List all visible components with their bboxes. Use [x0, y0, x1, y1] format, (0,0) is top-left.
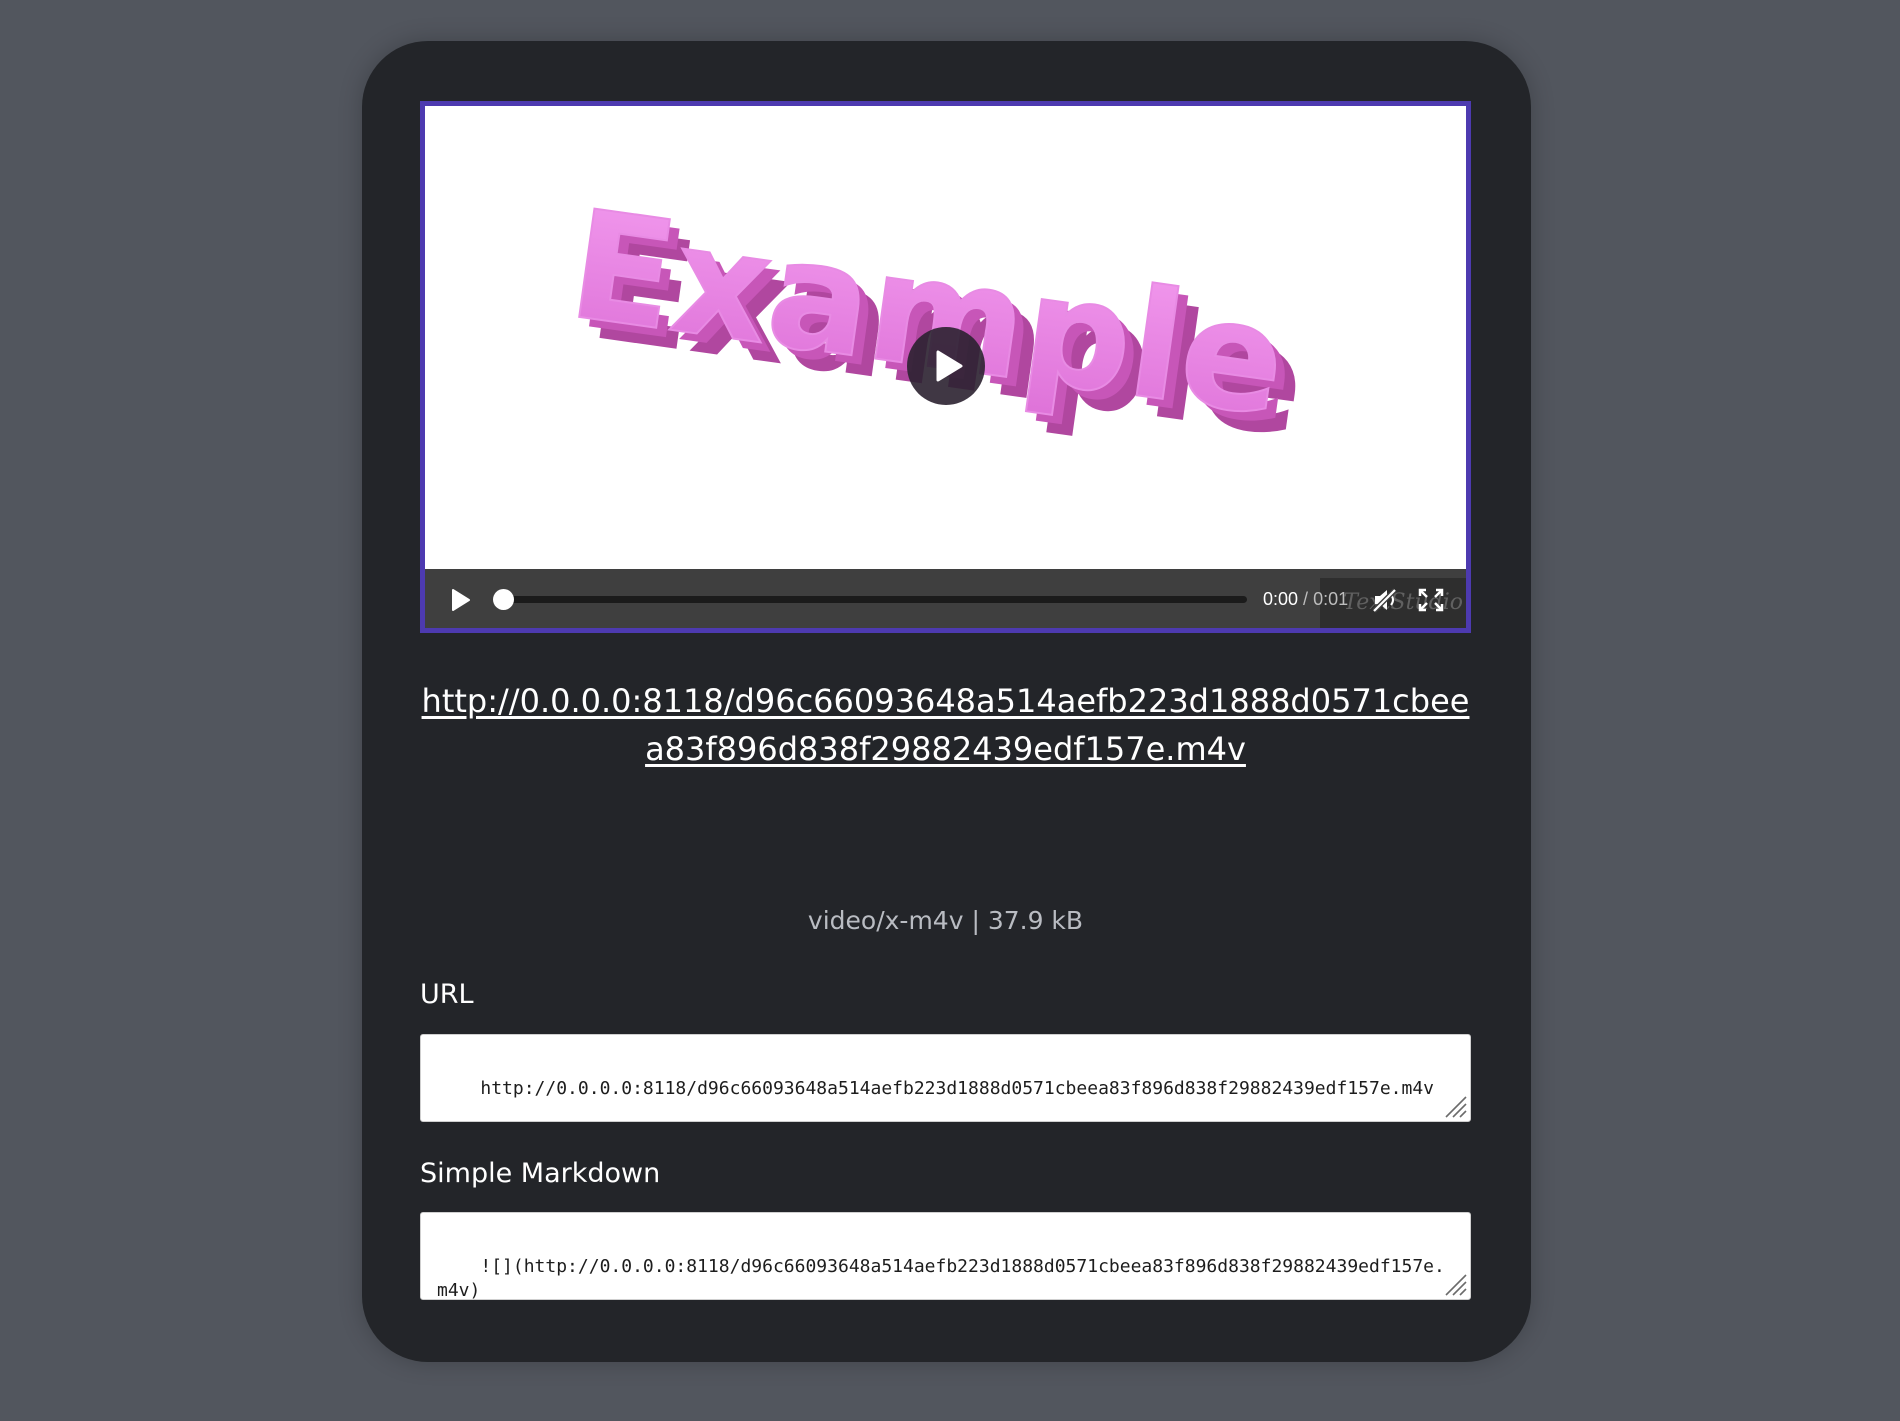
duration: 0:01 — [1313, 589, 1349, 609]
url-label: URL — [420, 979, 474, 1010]
markdown-field[interactable]: ![](http://0.0.0.0:8118/d96c66093648a514… — [420, 1212, 1471, 1300]
video-frame[interactable]: Example Example Example — [425, 106, 1466, 569]
play-icon — [936, 350, 963, 382]
video-controls: TextStudio 0:00 / 0:01 — [425, 569, 1466, 628]
time-display: 0:00 / 0:01 — [1263, 588, 1348, 610]
file-meta: video/x-m4v | 37.9 kB — [807, 906, 1084, 935]
markdown-label: Simple Markdown — [420, 1158, 661, 1189]
time-separator: / — [1298, 589, 1314, 609]
resize-grip-icon[interactable] — [1442, 1093, 1468, 1119]
fullscreen-icon — [1418, 588, 1444, 612]
file-card: Example Example Example — [362, 41, 1531, 1362]
progress-thumb[interactable] — [493, 589, 514, 610]
file-link[interactable]: http://0.0.0.0:8118/d96c66093648a514aefb… — [420, 677, 1471, 773]
current-time: 0:00 — [1263, 589, 1299, 609]
volume-muted-icon — [1372, 588, 1397, 613]
watermark-text: TextStudio — [1343, 590, 1463, 615]
fullscreen-button[interactable] — [1418, 588, 1444, 612]
play-icon — [452, 589, 470, 611]
markdown-field-value[interactable]: ![](http://0.0.0.0:8118/d96c66093648a514… — [437, 1256, 1445, 1299]
mute-button[interactable] — [1371, 586, 1401, 614]
url-field-value[interactable]: http://0.0.0.0:8118/d96c66093648a514aefb… — [480, 1078, 1434, 1099]
url-field[interactable]: http://0.0.0.0:8118/d96c66093648a514aefb… — [420, 1034, 1471, 1122]
resize-grip-icon[interactable] — [1442, 1271, 1468, 1297]
video-player[interactable]: Example Example Example — [420, 101, 1471, 633]
progress-bar[interactable] — [493, 589, 1247, 610]
play-button[interactable] — [447, 587, 473, 613]
big-play-button[interactable] — [907, 327, 985, 405]
